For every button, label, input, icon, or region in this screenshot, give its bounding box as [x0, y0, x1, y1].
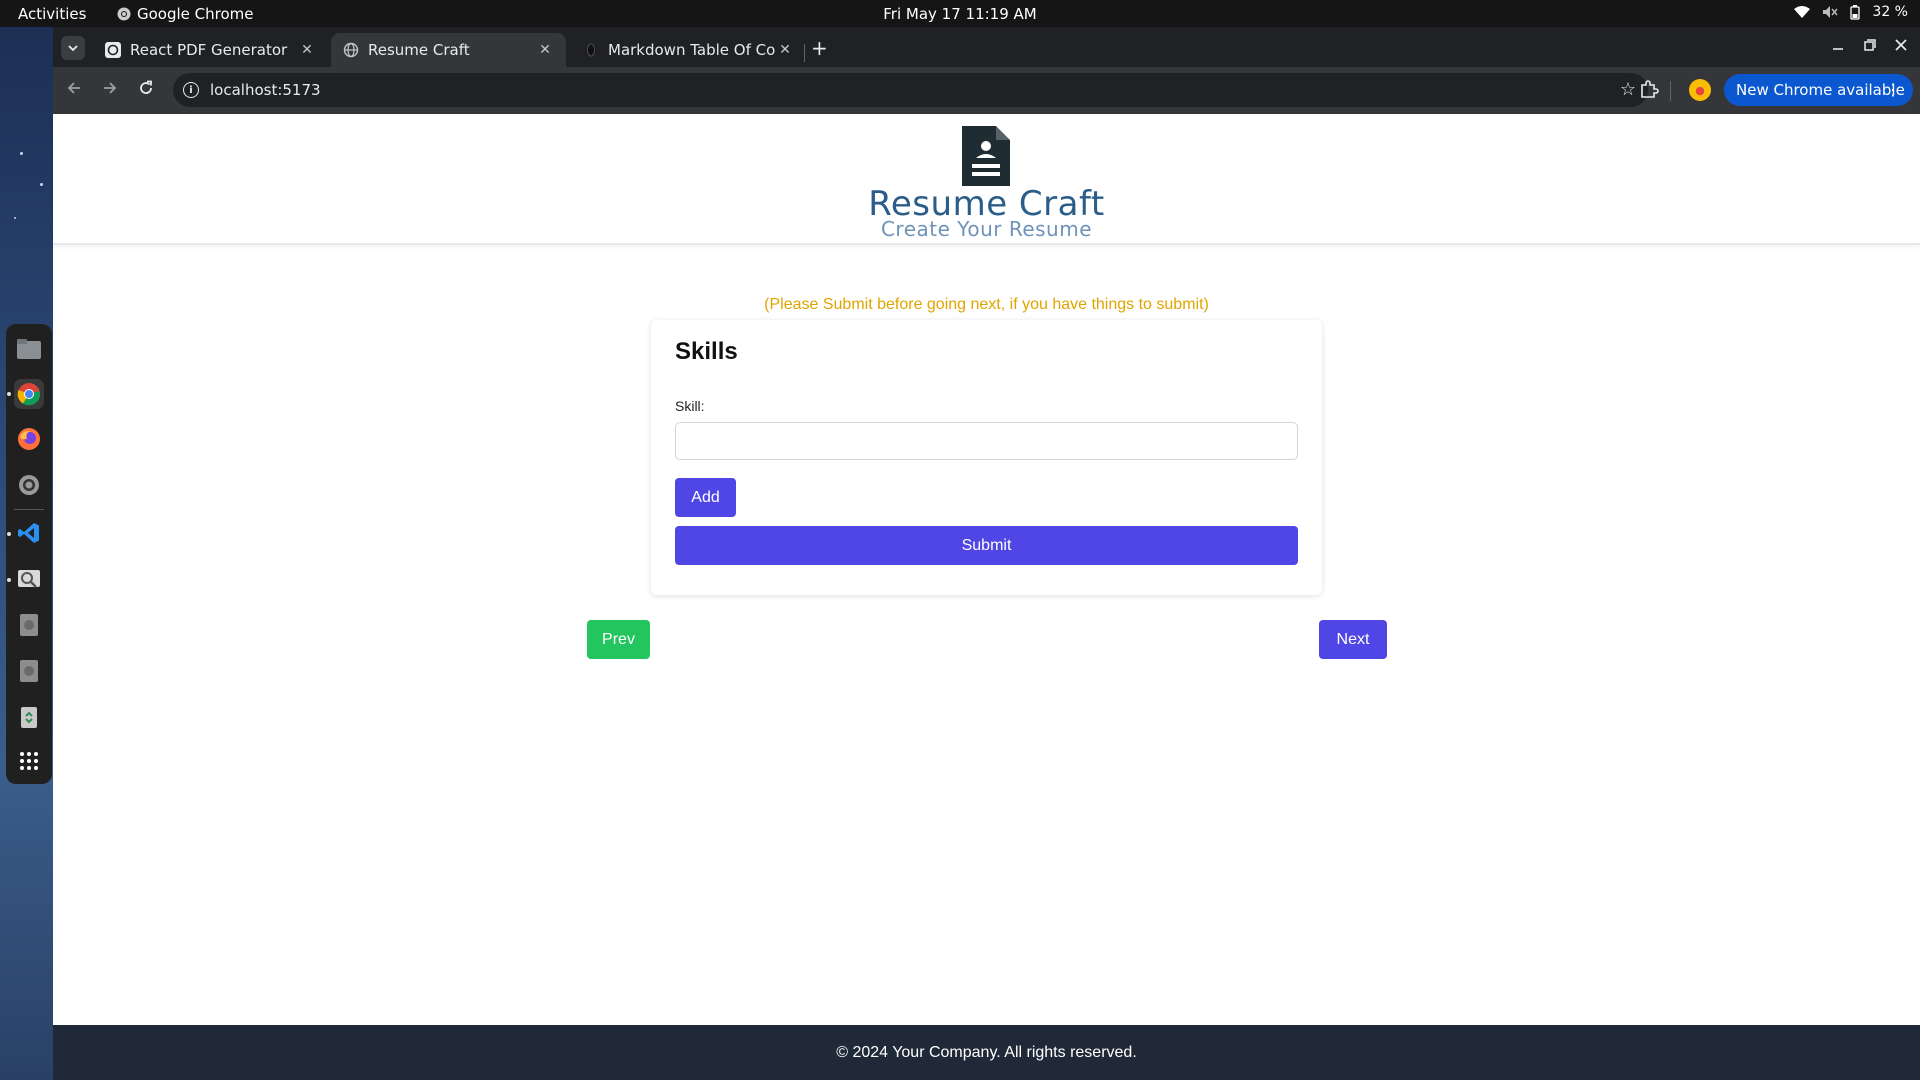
skill-label: Skill:: [675, 398, 705, 414]
tab-separator: [804, 44, 805, 62]
web-page: Resume Craft Create Your Resume (Please …: [53, 114, 1920, 1080]
tab-title: React PDF Generator: [130, 41, 288, 59]
wifi-icon: [1794, 6, 1811, 18]
update-label: New Chrome available: [1736, 81, 1905, 99]
close-window-button[interactable]: [1895, 37, 1907, 55]
battery-percent: 32 %: [1872, 4, 1908, 20]
back-button[interactable]: [66, 80, 82, 101]
resume-document-icon: [962, 126, 1010, 186]
trash-icon[interactable]: [14, 702, 44, 732]
restore-button[interactable]: [1864, 37, 1876, 55]
running-indicator: [7, 578, 11, 582]
wallpaper-star: [14, 217, 16, 219]
url-text[interactable]: localhost:5173: [210, 81, 321, 99]
system-top-bar: Activities Google Chrome Fri May 17 11:1…: [0, 0, 1920, 27]
running-indicator: [7, 532, 11, 536]
volume-muted-icon: [1823, 6, 1838, 18]
minimize-button[interactable]: [1832, 37, 1844, 55]
openai-favicon-icon: [105, 42, 121, 58]
close-tab-icon[interactable]: ✕: [298, 42, 316, 58]
firefox-icon[interactable]: [14, 424, 44, 454]
globe-icon: [343, 42, 359, 58]
tab-markdown-toc[interactable]: Markdown Table Of Con ✕: [571, 33, 806, 67]
chrome-update-button[interactable]: New Chrome available ⋮: [1724, 74, 1913, 106]
tab-title: Resume Craft: [368, 41, 470, 59]
toolbar-divider: [1670, 81, 1671, 101]
forward-button[interactable]: [102, 80, 118, 101]
tab-strip: React PDF Generator ✕ Resume Craft ✕ Mar…: [53, 27, 1920, 67]
files-icon[interactable]: [14, 334, 44, 364]
site-header: Resume Craft Create Your Resume: [53, 114, 1920, 245]
add-skill-button[interactable]: Add: [675, 478, 736, 517]
app-grid-icon[interactable]: [14, 746, 44, 776]
browser-window: React PDF Generator ✕ Resume Craft ✕ Mar…: [53, 27, 1920, 1080]
battery-icon: [1850, 4, 1861, 20]
profile-avatar[interactable]: [1689, 79, 1711, 101]
disk-icon[interactable]: [14, 656, 44, 686]
reload-icon: [140, 80, 152, 94]
forward-arrow-icon: [104, 82, 117, 94]
next-button[interactable]: Next: [1319, 620, 1387, 659]
tab-react-pdf-generator[interactable]: React PDF Generator ✕: [93, 33, 328, 67]
site-info-icon[interactable]: i: [183, 82, 199, 98]
vscode-icon[interactable]: [14, 518, 44, 548]
wallpaper-star: [40, 183, 43, 186]
new-tab-button[interactable]: +: [811, 38, 828, 58]
back-arrow-icon: [67, 82, 80, 94]
chevron-down-icon: [68, 44, 78, 51]
skills-form-card: Skills Skill: Add Submit: [651, 320, 1322, 595]
tab-resume-craft[interactable]: Resume Craft ✕: [331, 33, 566, 67]
minimize-icon: [1833, 48, 1843, 50]
address-bar[interactable]: i localhost:5173 ☆: [173, 73, 1648, 107]
bookmark-star-icon[interactable]: ☆: [1620, 79, 1636, 100]
tab-title: Markdown Table Of Con: [608, 41, 776, 59]
site-footer: © 2024 Your Company. All rights reserved…: [53, 1025, 1920, 1080]
more-menu-icon[interactable]: ⋮: [1885, 80, 1901, 99]
section-title: Skills: [675, 338, 738, 365]
tab-search-button[interactable]: [61, 36, 85, 60]
dock-separator: [14, 509, 44, 510]
wallpaper-star: [20, 152, 23, 155]
leaf-favicon-icon: [587, 43, 595, 57]
system-tray[interactable]: 32 %: [1794, 4, 1908, 20]
settings-icon[interactable]: [14, 470, 44, 500]
close-icon: [1895, 39, 1907, 51]
image-viewer-icon[interactable]: [14, 564, 44, 594]
submit-button[interactable]: Submit: [675, 526, 1298, 565]
dock: [6, 324, 52, 784]
browser-toolbar: i localhost:5173 ☆ New Chrome available …: [53, 67, 1920, 114]
skill-input[interactable]: [675, 422, 1298, 460]
brand-tagline: Create Your Resume: [880, 217, 1093, 241]
prev-button[interactable]: Prev: [587, 620, 650, 659]
running-indicator: [7, 392, 11, 396]
disk-icon[interactable]: [14, 610, 44, 640]
reload-button[interactable]: [138, 80, 154, 101]
submit-notice: (Please Submit before going next, if you…: [764, 296, 1209, 313]
extensions-puzzle-icon[interactable]: [1638, 78, 1660, 100]
close-tab-icon[interactable]: ✕: [536, 42, 554, 58]
close-tab-icon[interactable]: ✕: [776, 42, 794, 58]
clock[interactable]: Fri May 17 11:19 AM: [0, 5, 1920, 23]
restore-icon: [1864, 39, 1876, 51]
chrome-icon[interactable]: [14, 379, 44, 409]
